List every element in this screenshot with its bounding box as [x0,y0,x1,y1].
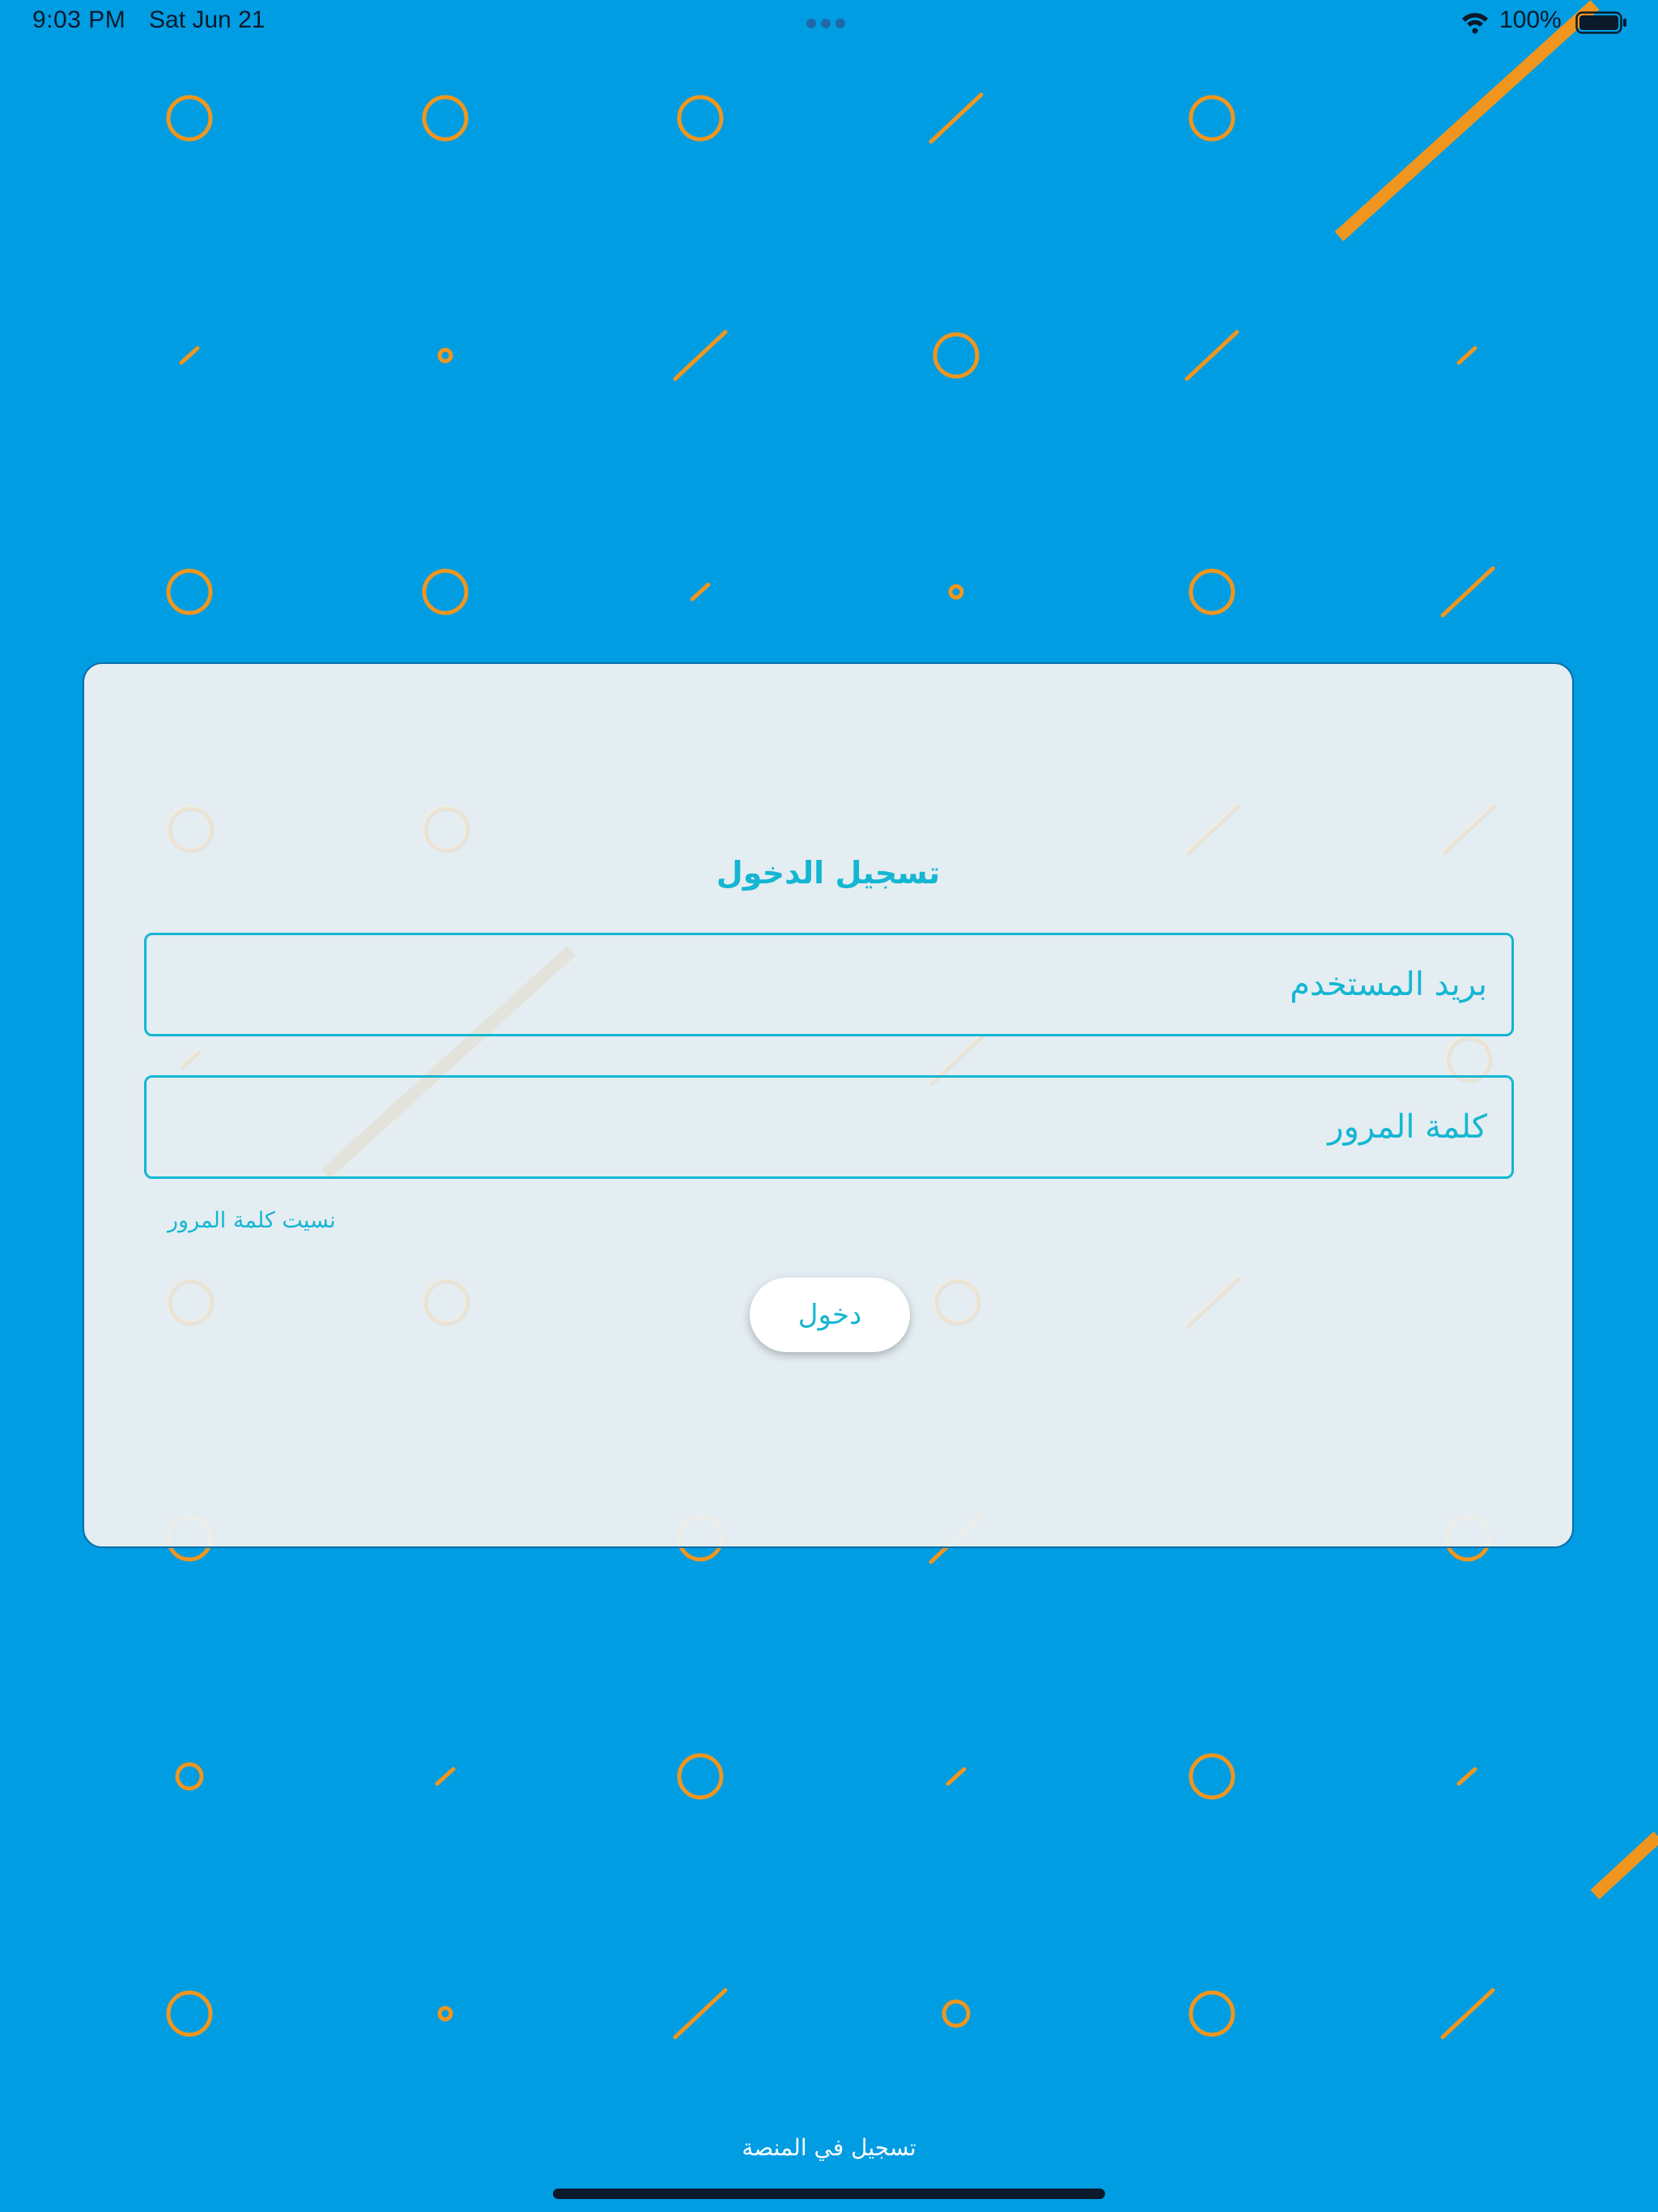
page-title: تسجيل الدخول [716,855,941,891]
password-field[interactable] [144,1075,1514,1179]
status-time: 9:03 PM [32,6,126,33]
battery-percentage: 100% [1499,6,1562,33]
email-input[interactable] [147,935,1511,1034]
email-field[interactable] [144,933,1514,1036]
status-date: Sat Jun 21 [149,6,266,33]
forgot-password-link[interactable]: نسيت كلمة المرور [168,1208,336,1233]
login-card: تسجيل الدخول نسيت كلمة المرور دخول [83,662,1574,1548]
login-button[interactable]: دخول [750,1278,910,1352]
multitask-dots-icon[interactable] [806,16,852,28]
home-indicator[interactable] [553,2189,1105,2199]
password-input[interactable] [147,1078,1511,1176]
status-bar: 9:03 PM Sat Jun 21 100% [0,0,1658,45]
wifi-icon [1462,13,1488,34]
register-link[interactable]: تسجيل في المنصة [0,2134,1658,2161]
battery-icon [1575,11,1626,34]
login-screen: 9:03 PM Sat Jun 21 100% تسجيل الدخول بري… [0,0,1658,2212]
